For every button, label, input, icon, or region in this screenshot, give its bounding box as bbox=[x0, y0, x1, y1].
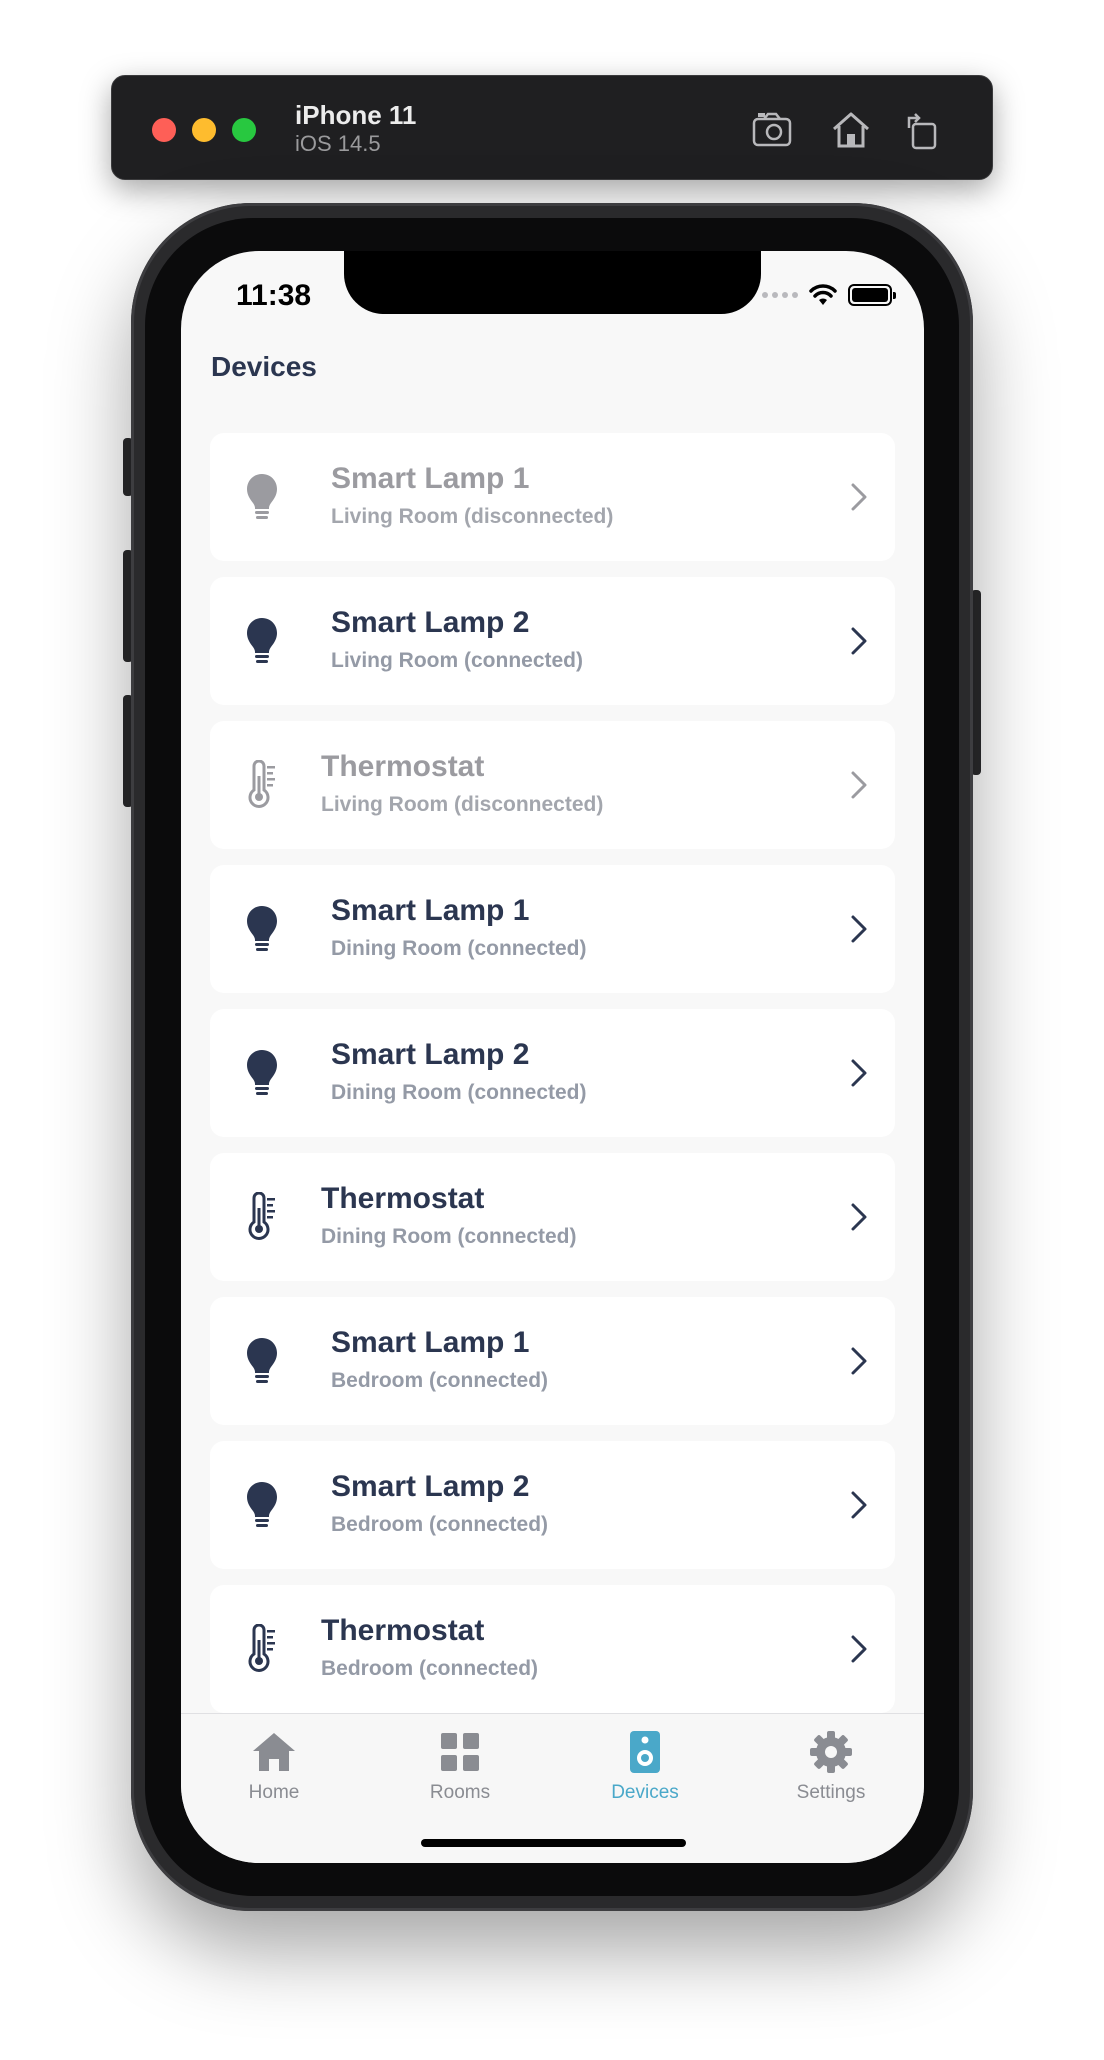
lightbulb-icon bbox=[240, 901, 284, 957]
lightbulb-icon bbox=[240, 613, 284, 669]
speaker-icon bbox=[585, 1730, 705, 1774]
signal-dots-icon bbox=[762, 292, 798, 298]
device-location-status: Living Room (disconnected) bbox=[321, 793, 604, 816]
status-time: 11:38 bbox=[236, 279, 312, 312]
device-location-status: Living Room (connected) bbox=[331, 649, 583, 672]
tab-bar: Home Rooms Devices Settings bbox=[181, 1713, 924, 1863]
device-name: Thermostat bbox=[321, 750, 485, 783]
device-name: Smart Lamp 2 bbox=[331, 606, 530, 639]
home-indicator[interactable] bbox=[421, 1839, 686, 1847]
tab-label: Rooms bbox=[429, 1782, 491, 1803]
thermometer-icon bbox=[240, 1189, 284, 1245]
chevron-right-icon bbox=[851, 627, 867, 655]
chevron-right-icon bbox=[851, 1635, 867, 1663]
tab-label: Settings bbox=[796, 1782, 866, 1803]
device-location-status: Bedroom (connected) bbox=[331, 1369, 549, 1392]
device-name: Smart Lamp 2 bbox=[331, 1038, 530, 1071]
tab-rooms[interactable]: Rooms bbox=[400, 1730, 520, 1804]
device-row[interactable]: Smart Lamp 2 Bedroom (connected) bbox=[210, 1441, 895, 1569]
thermometer-icon bbox=[240, 757, 284, 813]
lightbulb-icon bbox=[240, 1045, 284, 1101]
zoom-window-button[interactable] bbox=[232, 118, 256, 142]
device-list: Smart Lamp 1 Living Room (disconnected) … bbox=[210, 433, 895, 1729]
rotate-icon[interactable] bbox=[899, 106, 947, 154]
tab-home[interactable]: Home bbox=[214, 1730, 334, 1804]
device-location-status: Dining Room (connected) bbox=[331, 937, 587, 960]
notch bbox=[344, 251, 761, 314]
device-row[interactable]: Smart Lamp 1 Bedroom (connected) bbox=[210, 1297, 895, 1425]
chevron-right-icon bbox=[851, 1059, 867, 1087]
device-name: Thermostat bbox=[321, 1182, 485, 1215]
lightbulb-icon bbox=[240, 1477, 284, 1533]
device-location-status: Bedroom (connected) bbox=[331, 1513, 549, 1536]
close-window-button[interactable] bbox=[152, 118, 176, 142]
chevron-right-icon bbox=[851, 1203, 867, 1231]
device-name: Smart Lamp 1 bbox=[331, 462, 530, 495]
simulator-title-bar: iPhone 11 iOS 14.5 bbox=[111, 75, 993, 180]
device-location-status: Dining Room (connected) bbox=[321, 1225, 577, 1248]
device-location-status: Living Room (disconnected) bbox=[331, 505, 614, 528]
tab-devices[interactable]: Devices bbox=[585, 1730, 705, 1804]
battery-icon bbox=[848, 284, 896, 306]
chevron-right-icon bbox=[851, 1347, 867, 1375]
status-indicators bbox=[762, 283, 896, 307]
device-row[interactable]: Thermostat Dining Room (connected) bbox=[210, 1153, 895, 1281]
device-row[interactable]: Smart Lamp 2 Dining Room (connected) bbox=[210, 1009, 895, 1137]
gear-icon bbox=[771, 1730, 891, 1774]
device-name: Smart Lamp 1 bbox=[331, 1326, 530, 1359]
lightbulb-icon bbox=[240, 469, 284, 525]
chevron-right-icon bbox=[851, 771, 867, 799]
screenshot-icon[interactable] bbox=[748, 106, 796, 154]
house-icon bbox=[214, 1730, 334, 1774]
minimize-window-button[interactable] bbox=[192, 118, 216, 142]
simulator-device-name: iPhone 11 bbox=[295, 100, 417, 130]
chevron-right-icon bbox=[851, 1491, 867, 1519]
device-row[interactable]: Smart Lamp 2 Living Room (connected) bbox=[210, 577, 895, 705]
thermometer-icon bbox=[240, 1621, 284, 1677]
device-row[interactable]: Thermostat Living Room (disconnected) bbox=[210, 721, 895, 849]
wifi-icon bbox=[809, 284, 837, 305]
tab-settings[interactable]: Settings bbox=[771, 1730, 891, 1804]
grid-icon bbox=[400, 1730, 520, 1774]
device-row[interactable]: Smart Lamp 1 Dining Room (connected) bbox=[210, 865, 895, 993]
device-location-status: Dining Room (connected) bbox=[331, 1081, 587, 1104]
device-location-status: Bedroom (connected) bbox=[321, 1657, 539, 1680]
device-name: Thermostat bbox=[321, 1614, 485, 1647]
chevron-right-icon bbox=[851, 915, 867, 943]
lightbulb-icon bbox=[240, 1333, 284, 1389]
home-icon[interactable] bbox=[827, 106, 875, 154]
page-title: Devices bbox=[211, 351, 317, 382]
device-row[interactable]: Thermostat Bedroom (connected) bbox=[210, 1585, 895, 1713]
device-name: Smart Lamp 1 bbox=[331, 894, 530, 927]
tab-label: Home bbox=[248, 1782, 300, 1803]
chevron-right-icon bbox=[851, 483, 867, 511]
simulator-os-version: iOS 14.5 bbox=[295, 131, 381, 156]
tab-label: Devices bbox=[611, 1782, 679, 1803]
device-name: Smart Lamp 2 bbox=[331, 1470, 530, 1503]
device-row[interactable]: Smart Lamp 1 Living Room (disconnected) bbox=[210, 433, 895, 561]
phone-screen: 11:38 Devices Smart Lamp 1 Living Room (… bbox=[181, 251, 924, 1863]
